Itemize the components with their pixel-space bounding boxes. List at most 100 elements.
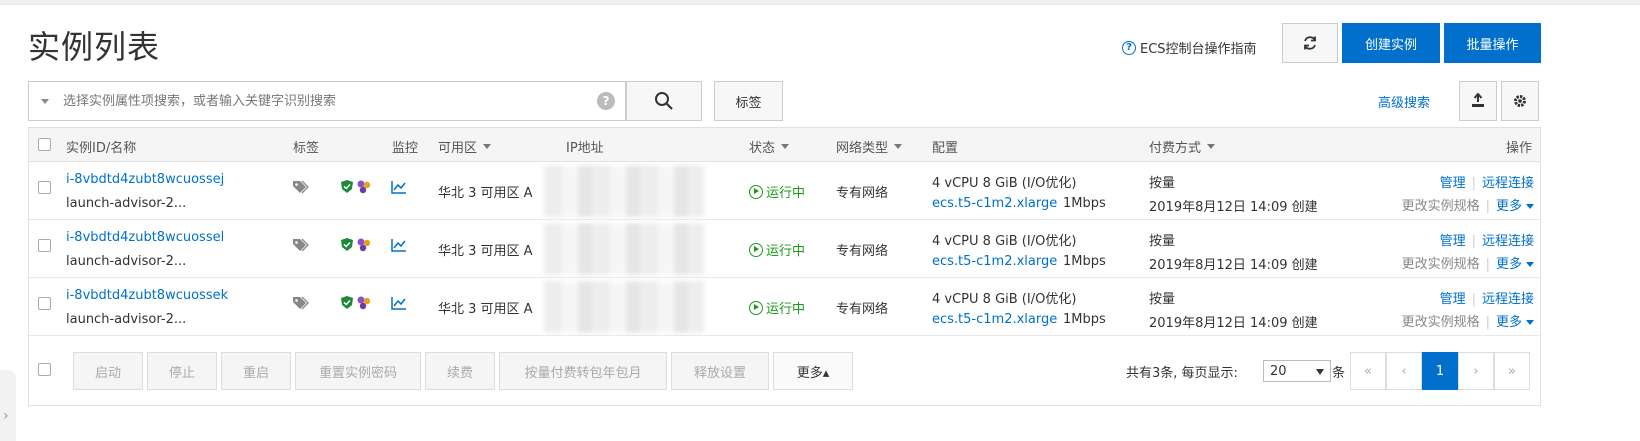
col-monitor: 监控: [392, 141, 419, 156]
instance-id-link[interactable]: i-8vbdtd4zubt8wcuossek: [66, 288, 228, 303]
instance-name: launch-advisor-2...: [66, 196, 187, 211]
col-zone[interactable]: 可用区: [438, 137, 492, 156]
bandwidth: 1Mbps: [1063, 312, 1106, 327]
remote-connect-link[interactable]: 远程连接: [1482, 234, 1534, 249]
row-checkbox[interactable]: [38, 239, 51, 252]
first-page-button[interactable]: «: [1350, 352, 1386, 390]
col-status[interactable]: 状态: [749, 137, 790, 156]
instance-type-link[interactable]: ecs.t5-c1m2.xlarge: [932, 312, 1057, 327]
more-label: 更多: [1495, 199, 1522, 214]
release-settings-button[interactable]: 释放设置: [671, 352, 769, 390]
security-group-icon: [357, 180, 371, 194]
restart-button[interactable]: 重启: [221, 352, 291, 390]
row-ops-top: 管理 | 远程连接: [1440, 230, 1534, 249]
search-help-icon[interactable]: ?: [597, 92, 615, 110]
select-all-checkbox[interactable]: [38, 138, 51, 151]
col-config: 配置: [932, 141, 959, 156]
convert-billing-button[interactable]: 按量付费转包年包月: [499, 352, 667, 390]
status-text: 运行中: [766, 186, 806, 201]
refresh-button[interactable]: [1282, 23, 1338, 63]
more-actions-button[interactable]: 更多▴: [773, 352, 853, 390]
more-label: 更多: [1495, 315, 1522, 330]
last-page-button[interactable]: »: [1494, 352, 1530, 390]
bandwidth: 1Mbps: [1063, 254, 1106, 269]
tag-filter-button[interactable]: 标签: [714, 81, 783, 121]
tag-icon[interactable]: [292, 238, 310, 252]
change-spec-link[interactable]: 更改实例规格: [1402, 257, 1480, 272]
search-input[interactable]: [63, 93, 583, 109]
create-instance-button[interactable]: 创建实例: [1342, 23, 1440, 63]
instance-type-link[interactable]: ecs.t5-c1m2.xlarge: [932, 196, 1057, 211]
monitor-chart-icon[interactable]: [391, 296, 407, 310]
current-page-button[interactable]: 1: [1422, 352, 1458, 390]
more-dropdown[interactable]: 更多: [1496, 257, 1534, 272]
instance-type-link[interactable]: ecs.t5-c1m2.xlarge: [932, 254, 1057, 269]
stop-button[interactable]: 停止: [147, 352, 217, 390]
batch-operation-button[interactable]: 批量操作: [1444, 23, 1541, 63]
attribute-dropdown-icon[interactable]: [41, 98, 49, 104]
col-billing-label: 付费方式: [1149, 141, 1202, 156]
search-button[interactable]: [626, 81, 702, 121]
row-checkbox[interactable]: [38, 297, 51, 310]
instance-id-link[interactable]: i-8vbdtd4zubt8wcuossej: [66, 172, 224, 187]
start-button[interactable]: 启动: [73, 352, 143, 390]
chevron-down-icon: [1316, 369, 1324, 375]
renew-button[interactable]: 续费: [425, 352, 495, 390]
remote-connect-link[interactable]: 远程连接: [1482, 292, 1534, 307]
monitor-chart-icon[interactable]: [391, 238, 407, 252]
settings-button[interactable]: [1501, 81, 1539, 121]
monitor-chart-icon[interactable]: [391, 180, 407, 194]
tag-icon[interactable]: [292, 180, 310, 194]
shield-icon: [341, 238, 353, 251]
more-dropdown[interactable]: 更多: [1496, 199, 1534, 214]
ops-separator: |: [1471, 292, 1476, 307]
instance-name: launch-advisor-2...: [66, 312, 187, 327]
chevron-down-icon: [894, 144, 903, 149]
instance-id-link[interactable]: i-8vbdtd4zubt8wcuossel: [66, 230, 224, 245]
network-type: 专有网络: [836, 302, 889, 317]
console-guide-label: ECS控制台操作指南: [1140, 42, 1257, 57]
row-ops-bottom: 更改实例规格 | 更多: [1402, 311, 1534, 330]
refresh-icon: [1304, 36, 1316, 50]
row-checkbox[interactable]: [38, 181, 51, 194]
total-count-text: 共有3条, 每页显示:: [1126, 366, 1238, 381]
next-page-button[interactable]: ›: [1458, 352, 1494, 390]
page-size-select[interactable]: 20: [1263, 360, 1331, 382]
manage-link[interactable]: 管理: [1440, 292, 1466, 307]
running-icon: [749, 184, 763, 199]
col-status-label: 状态: [749, 141, 776, 156]
table-header: 实例ID/名称 标签 监控 可用区 IP地址 状态 网络类型 配置 付费方式 操…: [29, 128, 1540, 162]
prev-page-button[interactable]: ‹: [1386, 352, 1422, 390]
side-panel-toggle[interactable]: ›: [0, 370, 16, 441]
chevron-down-icon: [1526, 262, 1534, 267]
ip-address-redacted: [544, 165, 704, 217]
tag-icon[interactable]: [292, 296, 310, 310]
row-ops-bottom: 更改实例规格 | 更多: [1402, 195, 1534, 214]
gear-icon: [1514, 95, 1526, 107]
billing-type: 按量: [1149, 234, 1176, 249]
change-spec-link[interactable]: 更改实例规格: [1402, 199, 1480, 214]
col-ops: 操作: [1506, 141, 1533, 156]
ip-address-redacted: [544, 223, 704, 275]
export-button[interactable]: [1459, 81, 1497, 121]
chevron-down-icon: [781, 144, 790, 149]
change-spec-link[interactable]: 更改实例规格: [1402, 315, 1480, 330]
col-network[interactable]: 网络类型: [836, 137, 903, 156]
instance-table: 实例ID/名称 标签 监控 可用区 IP地址 状态 网络类型 配置 付费方式 操…: [28, 127, 1541, 406]
search-bar[interactable]: ?: [28, 81, 626, 121]
footer-select-all-checkbox[interactable]: [38, 363, 51, 376]
manage-link[interactable]: 管理: [1440, 234, 1466, 249]
ops-separator: |: [1485, 315, 1490, 330]
more-dropdown[interactable]: 更多: [1496, 315, 1534, 330]
ops-separator: |: [1485, 257, 1490, 272]
console-guide-link[interactable]: ? ECS控制台操作指南: [1122, 38, 1257, 57]
manage-link[interactable]: 管理: [1440, 176, 1466, 191]
remote-connect-link[interactable]: 远程连接: [1482, 176, 1534, 191]
export-icon: [1472, 93, 1484, 107]
col-zone-label: 可用区: [438, 141, 478, 156]
advanced-search-link[interactable]: 高级搜索: [1378, 92, 1430, 111]
reset-password-button[interactable]: 重置实例密码: [295, 352, 421, 390]
ops-separator: |: [1471, 176, 1476, 191]
col-billing[interactable]: 付费方式: [1149, 137, 1216, 156]
config-spec: 4 vCPU 8 GiB (I/O优化): [932, 234, 1077, 249]
